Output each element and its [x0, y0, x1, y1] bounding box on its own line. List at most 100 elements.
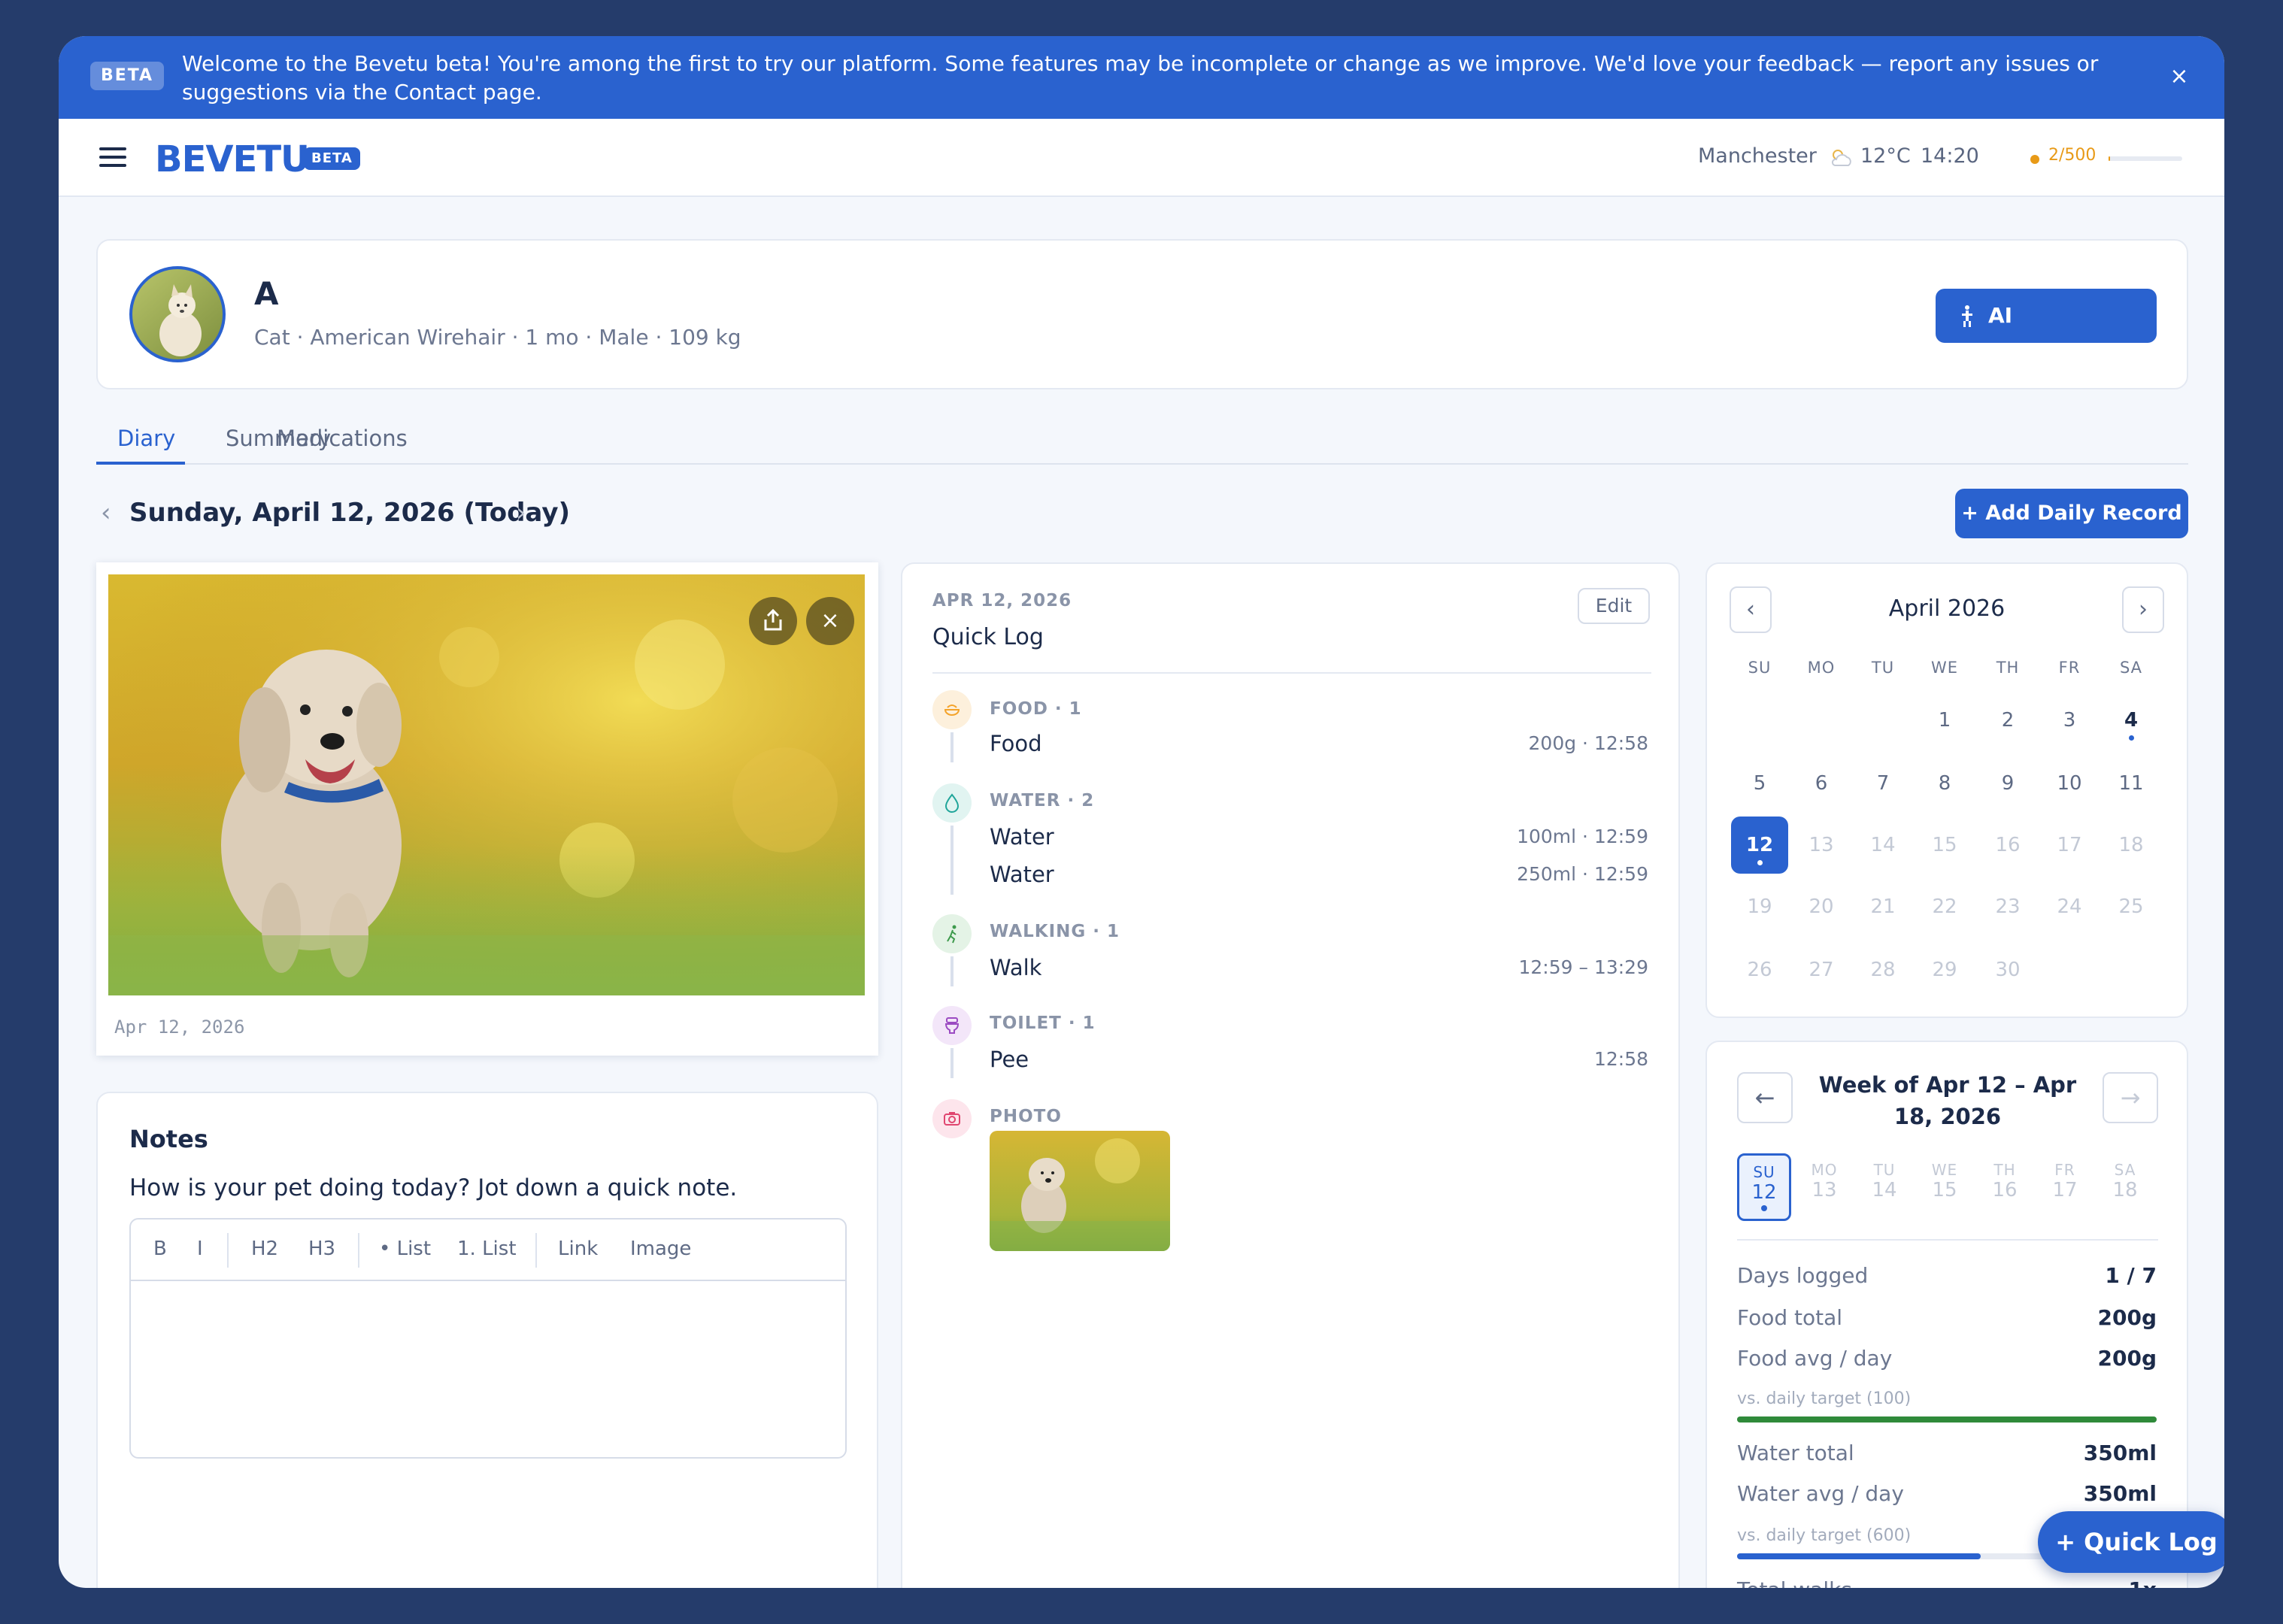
- notes-prompt: How is your pet doing today? Jot down a …: [129, 1174, 738, 1201]
- add-daily-record-button[interactable]: + Add Daily Record: [1955, 489, 2188, 538]
- pet-avatar[interactable]: [129, 266, 226, 362]
- week-day-mo[interactable]: MO 13: [1797, 1153, 1851, 1221]
- calendar-day-1[interactable]: 1: [1916, 692, 1973, 749]
- dog-photo[interactable]: ×: [108, 574, 865, 995]
- food-avg-value: 200g: [2097, 1346, 2157, 1371]
- calendar-day-14[interactable]: 14: [1854, 817, 1912, 874]
- log-entry-value: 200g · 12:58: [1528, 732, 1648, 754]
- calendar-day-7[interactable]: 7: [1854, 755, 1912, 812]
- calendar-day-12[interactable]: 12: [1731, 817, 1788, 874]
- share-icon[interactable]: [749, 597, 797, 645]
- calendar-day-24[interactable]: 24: [2041, 878, 2098, 935]
- calendar-day-5[interactable]: 5: [1731, 755, 1788, 812]
- week-day-tu[interactable]: TU 14: [1857, 1153, 1912, 1221]
- week-title: Week of Apr 12 – Apr 18, 2026: [1818, 1072, 2077, 1129]
- cloud-sun-icon: [1831, 150, 1851, 166]
- notes-editor[interactable]: B I H2 H3 • List 1. List Link Image: [129, 1218, 847, 1459]
- image-button[interactable]: Image: [630, 1238, 691, 1260]
- calendar-day-18[interactable]: 18: [2103, 817, 2160, 874]
- calendar-day-25[interactable]: 25: [2103, 878, 2160, 935]
- tab-diary[interactable]: Diary: [117, 426, 175, 451]
- water-total-value: 350ml: [2083, 1441, 2157, 1465]
- app-window: BETA Welcome to the Bevetu beta! You're …: [59, 36, 2224, 1588]
- water-target-note: vs. daily target (600): [1737, 1526, 1912, 1545]
- banner-close-button[interactable]: ×: [2164, 62, 2194, 92]
- photo-category-label: PHOTO: [990, 1107, 1062, 1126]
- calendar-day-21[interactable]: 21: [1854, 878, 1912, 935]
- calendar-day-9[interactable]: 9: [1979, 755, 2036, 812]
- calendar-day-15[interactable]: 15: [1916, 817, 1973, 874]
- food-avg-label: Food avg / day: [1737, 1346, 1893, 1371]
- log-entry-name[interactable]: Walk: [990, 955, 1041, 980]
- bullet-list-button[interactable]: • List: [379, 1238, 431, 1260]
- link-button[interactable]: Link: [558, 1238, 598, 1260]
- logo[interactable]: BEVETU: [155, 138, 310, 180]
- water-avg-label: Water avg / day: [1737, 1481, 1904, 1506]
- calendar-day-19[interactable]: 19: [1731, 878, 1788, 935]
- numbered-list-button[interactable]: 1. List: [457, 1238, 517, 1260]
- week-day-sa[interactable]: SA 18: [2098, 1153, 2152, 1221]
- pet-details: Cat · American Wirehair · 1 mo · Male · …: [254, 325, 741, 350]
- log-entry-name[interactable]: Pee: [990, 1047, 1029, 1072]
- ai-assessment-label: AI Assessment: [1988, 303, 2130, 382]
- tab-medications[interactable]: Medications: [277, 426, 408, 451]
- log-entry-name[interactable]: Water: [990, 862, 1054, 887]
- log-entry-name[interactable]: Food: [990, 731, 1042, 756]
- calendar-day-23[interactable]: 23: [1979, 878, 2036, 935]
- week-day-th[interactable]: TH 16: [1978, 1153, 2032, 1221]
- calendar-day-20[interactable]: 20: [1793, 878, 1850, 935]
- calendar-day-22[interactable]: 22: [1916, 878, 1973, 935]
- calendar-day-17[interactable]: 17: [2041, 817, 2098, 874]
- clock-time: 14:20: [1921, 144, 1979, 168]
- log-entry-value: 12:58: [1593, 1048, 1648, 1070]
- week-day-we[interactable]: WE 15: [1918, 1153, 1972, 1221]
- calendar-day-13[interactable]: 13: [1793, 817, 1850, 874]
- calendar-weekday-header: FR: [2058, 659, 2081, 677]
- week-day-su[interactable]: SU 12: [1737, 1153, 1791, 1221]
- food-category-label: FOOD · 1: [990, 699, 1082, 719]
- calendar-day-6[interactable]: 6: [1793, 755, 1850, 812]
- log-entry-value: 12:59 – 13:29: [1518, 956, 1649, 978]
- bold-button[interactable]: B: [153, 1238, 167, 1260]
- notes-title: Notes: [129, 1125, 208, 1153]
- week-day-fr[interactable]: FR 17: [2038, 1153, 2092, 1221]
- calendar-day-16[interactable]: 16: [1979, 817, 2036, 874]
- calendar-day-11[interactable]: 11: [2103, 755, 2160, 812]
- heading3-button[interactable]: H3: [308, 1238, 335, 1260]
- heading2-button[interactable]: H2: [251, 1238, 278, 1260]
- calendar-weekday-header: SA: [2119, 659, 2143, 677]
- calendar-next-month-button[interactable]: ›: [2122, 586, 2164, 633]
- quick-log-fab-button[interactable]: + Quick Log: [2038, 1511, 2224, 1573]
- edit-log-button[interactable]: Edit: [1578, 588, 1650, 624]
- robot-icon: [1962, 305, 1972, 327]
- calendar-weekday-header: TH: [1996, 659, 2020, 677]
- next-week-button[interactable]: →: [2103, 1072, 2158, 1123]
- calendar-day-30[interactable]: 30: [1979, 941, 2036, 998]
- calendar-day-26[interactable]: 26: [1731, 941, 1788, 998]
- calendar-day-28[interactable]: 28: [1854, 941, 1912, 998]
- calendar-day-4[interactable]: 4: [2103, 692, 2160, 749]
- calendar-day-2[interactable]: 2: [1979, 692, 2036, 749]
- calendar-month-title: April 2026: [1888, 595, 2006, 622]
- calendar-day-27[interactable]: 27: [1793, 941, 1850, 998]
- italic-button[interactable]: I: [197, 1238, 203, 1260]
- calendar-day-29[interactable]: 29: [1916, 941, 1973, 998]
- hamburger-menu-icon[interactable]: [99, 144, 126, 170]
- total-walks-value: 1x: [2128, 1577, 2157, 1588]
- log-photo-thumbnail[interactable]: [990, 1131, 1170, 1251]
- remove-photo-button[interactable]: ×: [806, 597, 854, 645]
- food-target-note: vs. daily target (100): [1737, 1389, 1912, 1408]
- previous-day-button[interactable]: ‹: [101, 498, 111, 528]
- toilet-category-label: TOILET · 1: [990, 1013, 1096, 1033]
- next-day-button[interactable]: ›: [516, 498, 526, 528]
- calendar-day-3[interactable]: 3: [2041, 692, 2098, 749]
- calendar-day-10[interactable]: 10: [2041, 755, 2098, 812]
- previous-week-button[interactable]: ←: [1737, 1072, 1793, 1123]
- food-target-bar: [1737, 1416, 2157, 1423]
- weather-temperature: 12°C: [1860, 144, 1911, 168]
- calendar-day-8[interactable]: 8: [1916, 755, 1973, 812]
- photo-date-caption: Apr 12, 2026: [114, 1017, 245, 1038]
- ai-assessment-button[interactable]: AI Assessment: [1936, 289, 2157, 382]
- camera-icon: [932, 1099, 972, 1138]
- log-entry-name[interactable]: Water: [990, 824, 1054, 850]
